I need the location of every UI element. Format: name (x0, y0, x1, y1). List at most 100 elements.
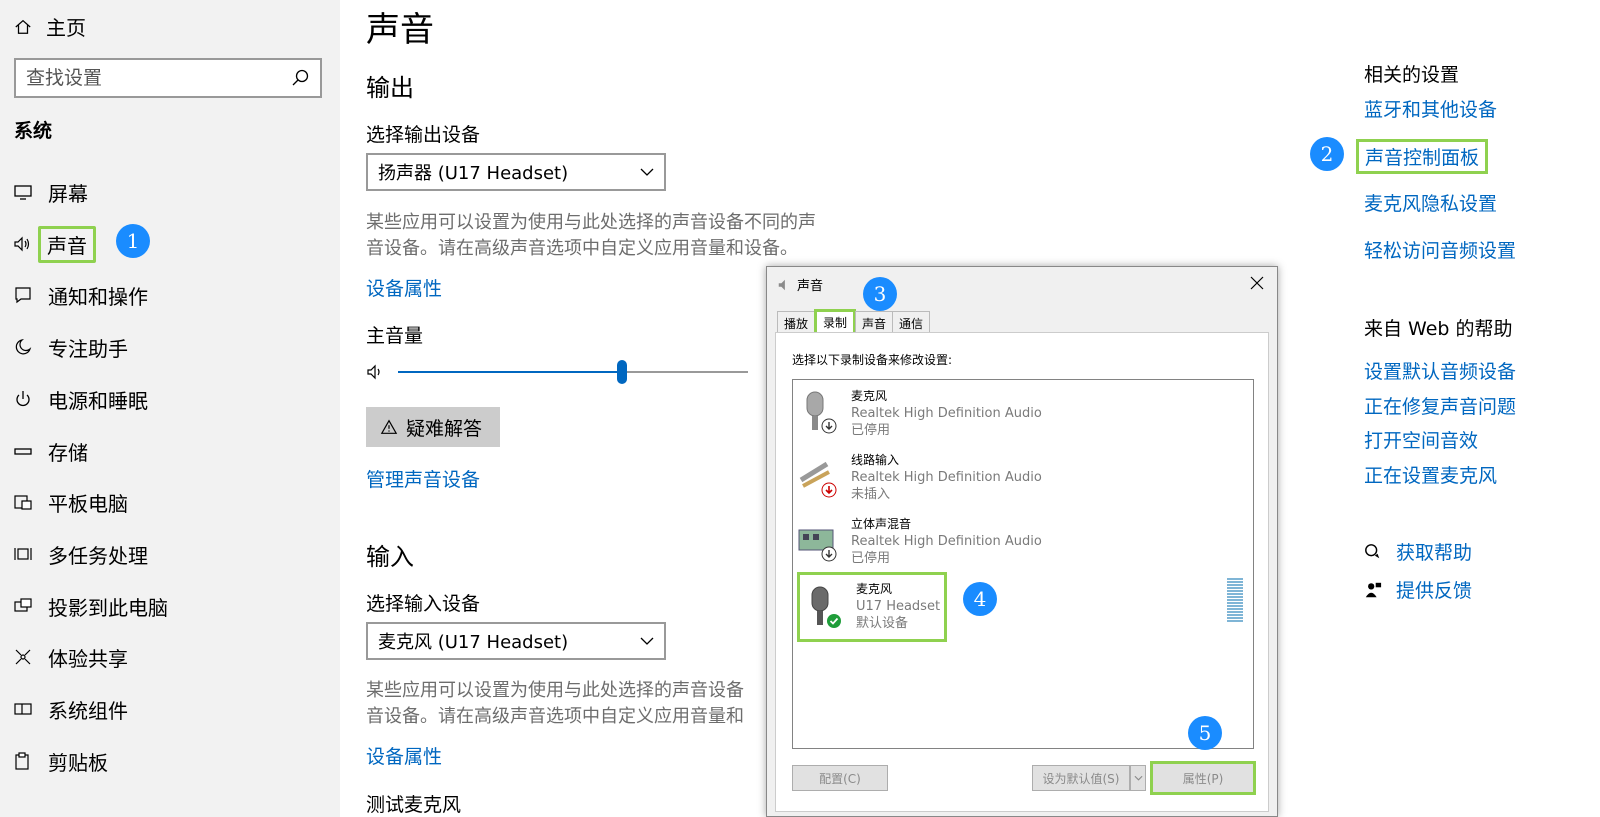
ease-of-access-audio-link[interactable]: 轻松访问音频设置 (1364, 236, 1516, 263)
sidebar-item-clipboard[interactable]: 剪贴板 (12, 745, 108, 777)
sidebar: 主页 系统 屏幕 声音 1 通知和操作 专注助手 电源和睡眠 存储 平板电脑 多… (0, 0, 340, 817)
output-device-value: 扬声器 (U17 Headset) (378, 163, 569, 184)
device-driver: Realtek High Definition Audio (851, 534, 1042, 549)
device-driver: Realtek High Definition Audio (851, 470, 1042, 485)
tab-communications[interactable]: 通信 (892, 311, 931, 333)
slider-fill (398, 371, 622, 373)
output-desc-line-2: 音设备。请在高级声音选项中自定义应用音量和设备。 (366, 238, 798, 259)
dialog-tabs: 播放 录制 声音 通信 (777, 309, 931, 333)
close-icon (1250, 276, 1264, 290)
speaker-icon (14, 236, 30, 252)
microphone-disabled-icon (806, 391, 837, 434)
home-link[interactable]: 主页 (14, 12, 86, 41)
troubleshoot-label: 疑难解答 (406, 418, 483, 440)
sound-dialog: 声音 3 播放 录制 声音 通信 选择以下录制设备来修改设置: 麦克风 Real… (766, 266, 1278, 817)
sidebar-item-label: 声音 (38, 225, 96, 263)
sidebar-item-label: 电源和睡眠 (48, 388, 148, 413)
output-desc-line-1: 某些应用可以设置为使用与此处选择的声音设备不同的声 (366, 212, 816, 233)
sidebar-item-tablet[interactable]: 平板电脑 (12, 486, 128, 518)
home-icon (15, 19, 31, 34)
sidebar-item-label: 存储 (48, 440, 88, 465)
power-icon (16, 391, 30, 407)
section-title-system: 系统 (14, 120, 53, 142)
input-device-properties-link[interactable]: 设备属性 (366, 742, 442, 769)
recording-tab-panel: 选择以下录制设备来修改设置: 麦克风 Realtek High Definiti… (775, 332, 1269, 812)
troubleshoot-button[interactable]: 疑难解答 (366, 407, 500, 447)
output-device-properties-link[interactable]: 设备属性 (366, 274, 442, 301)
sidebar-item-multitasking[interactable]: 多任务处理 (12, 538, 148, 570)
storage-icon (14, 448, 32, 455)
device-status: 未插入 (851, 487, 891, 502)
web-help-link-fix-sound[interactable]: 正在修复声音问题 (1364, 392, 1516, 419)
microphone-privacy-link[interactable]: 麦克风隐私设置 (1364, 189, 1497, 216)
input-device-select[interactable]: 麦克风 (U17 Headset) (366, 622, 666, 660)
web-help-heading: 来自 Web 的帮助 (1364, 318, 1513, 340)
master-volume-row (366, 360, 748, 384)
configure-button[interactable]: 配置(C) (792, 765, 888, 791)
slider-thumb[interactable] (617, 360, 627, 384)
sidebar-item-display[interactable]: 屏幕 (12, 176, 88, 208)
sidebar-item-focus-assist[interactable]: 专注助手 (12, 331, 128, 363)
search-box[interactable] (14, 58, 322, 98)
input-heading: 输入 (366, 543, 414, 571)
device-name: 立体声混音 (851, 517, 912, 531)
set-default-dropdown[interactable] (1130, 765, 1146, 791)
list-item-mic-u17-headset[interactable]: 麦克风 U17 Headset 默认设备 (797, 572, 947, 642)
sidebar-item-label: 平板电脑 (48, 491, 128, 516)
speaker-app-icon (778, 279, 785, 290)
tab-playback[interactable]: 播放 (777, 311, 816, 333)
dialog-titlebar: 声音 (777, 275, 823, 294)
get-help-label: 获取帮助 (1396, 542, 1473, 564)
output-heading: 输出 (366, 74, 414, 102)
sound-control-panel-link[interactable]: 声音控制面板 (1356, 139, 1489, 174)
sidebar-item-power[interactable]: 电源和睡眠 (12, 383, 148, 415)
clipboard-icon (15, 752, 29, 770)
manage-sound-devices-link[interactable]: 管理声音设备 (366, 465, 480, 492)
microphone-default-icon (811, 586, 841, 628)
device-driver: U17 Headset (856, 599, 941, 614)
list-item-mic-realtek[interactable]: 麦克风 Realtek High Definition Audio 已停用 (797, 386, 1237, 446)
search-input[interactable] (26, 67, 266, 89)
input-level-meter (1227, 578, 1243, 622)
output-device-select[interactable]: 扬声器 (U17 Headset) (366, 153, 666, 191)
sidebar-item-storage[interactable]: 存储 (12, 435, 88, 467)
web-help-link-spatial-sound[interactable]: 打开空间音效 (1364, 426, 1478, 453)
properties-button[interactable]: 属性(P) (1150, 761, 1256, 795)
sidebar-item-label: 通知和操作 (48, 284, 148, 309)
sidebar-item-shared-experiences[interactable]: 体验共享 (12, 641, 128, 673)
input-description: 某些应用可以设置为使用与此处选择的声音设备 音设备。请在高级声音选项中自定义应用… (366, 678, 766, 730)
step-badge-1: 1 (116, 224, 150, 258)
tab-recording[interactable]: 录制 (814, 309, 857, 333)
chevron-down-icon (640, 637, 654, 645)
tablet-icon (14, 495, 32, 510)
device-name: 线路输入 (851, 453, 900, 467)
sidebar-item-system-components[interactable]: 系统组件 (12, 693, 128, 725)
sidebar-item-label: 投影到此电脑 (48, 595, 168, 620)
sidebar-item-notifications[interactable]: 通知和操作 (12, 279, 148, 311)
device-status: 已停用 (851, 423, 891, 438)
input-desc-line-2: 音设备。请在高级声音选项中自定义应用音量和 (366, 706, 744, 727)
device-name: 麦克风 (856, 582, 893, 596)
related-settings-heading: 相关的设置 (1364, 64, 1460, 86)
bluetooth-devices-link[interactable]: 蓝牙和其他设备 (1364, 95, 1497, 122)
feedback-link[interactable]: 提供反馈 (1364, 576, 1472, 603)
dialog-close-button[interactable] (1247, 273, 1267, 293)
web-help-link-setup-mic[interactable]: 正在设置麦克风 (1364, 461, 1497, 488)
list-item-line-in[interactable]: 线路输入 Realtek High Definition Audio 未插入 (797, 450, 1237, 510)
search-icon (292, 69, 309, 86)
list-item-stereo-mix[interactable]: 立体声混音 Realtek High Definition Audio 已停用 (797, 514, 1237, 574)
sidebar-item-label: 多任务处理 (48, 543, 148, 568)
tab-sounds[interactable]: 声音 (855, 311, 894, 333)
sidebar-item-label: 体验共享 (48, 646, 128, 671)
sidebar-item-project[interactable]: 投影到此电脑 (12, 590, 168, 622)
test-microphone-label: 测试麦克风 (366, 794, 462, 816)
recording-hint: 选择以下录制设备来修改设置: (792, 353, 953, 367)
get-help-link[interactable]: 获取帮助 (1364, 538, 1472, 565)
set-default-button[interactable]: 设为默认值(S) (1032, 765, 1130, 791)
line-in-unplugged-icon (799, 461, 837, 498)
sidebar-item-sound[interactable]: 声音 (12, 225, 96, 263)
page-title: 声音 (366, 10, 434, 50)
device-driver: Realtek High Definition Audio (851, 406, 1042, 421)
master-volume-slider[interactable] (398, 360, 748, 384)
web-help-link-default-device[interactable]: 设置默认音频设备 (1364, 357, 1516, 384)
